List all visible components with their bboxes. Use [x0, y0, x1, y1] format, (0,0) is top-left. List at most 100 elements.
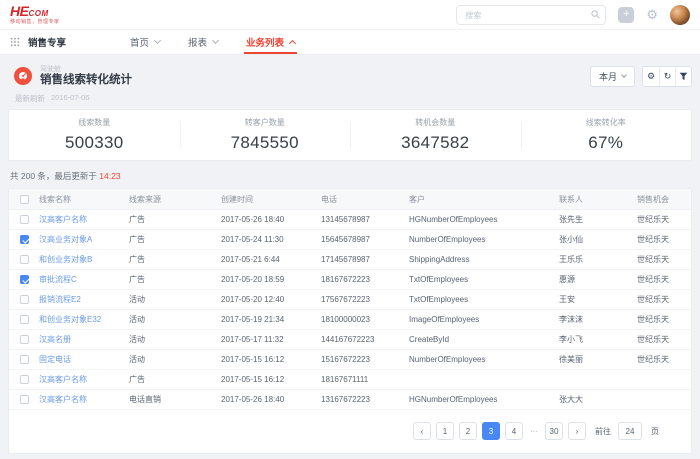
- lead-name-link[interactable]: 固定电话: [39, 354, 129, 365]
- customer-name: CreateById: [409, 335, 559, 344]
- column-lead-name: 线索名称: [39, 194, 129, 205]
- page-unit-label: 页: [651, 426, 659, 437]
- contact-name: 张小仙: [559, 234, 637, 245]
- created-time: 2017-05-15 16:12: [221, 375, 321, 384]
- pagination-page-3[interactable]: 3: [482, 422, 500, 440]
- logo-sub: COM: [28, 10, 48, 18]
- pagination-page-30[interactable]: 30: [545, 422, 563, 440]
- phone-number: 17567672223: [321, 295, 409, 304]
- row-checkbox[interactable]: [20, 335, 29, 344]
- search-input[interactable]: [456, 5, 606, 25]
- lead-source: 电话直销: [129, 394, 221, 405]
- lead-name-link[interactable]: 汉高客户名称: [39, 374, 129, 385]
- table-row[interactable]: 和创业务对象E32活动2017-05-19 21:3418100000023Im…: [9, 310, 691, 330]
- lead-name-link[interactable]: 汉高业务对象A: [39, 234, 129, 245]
- refresh-button[interactable]: ↻: [659, 67, 675, 86]
- lead-name-link[interactable]: 报销流程E2: [39, 294, 129, 305]
- row-checkbox[interactable]: [20, 275, 29, 284]
- table-row[interactable]: 审批流程C广告2017-05-20 18:5918167672223TxtOfE…: [9, 270, 691, 290]
- pagination-page-2[interactable]: 2: [459, 422, 477, 440]
- user-avatar[interactable]: [670, 5, 690, 25]
- grid-menu-icon[interactable]: [10, 37, 20, 47]
- pagination-page-1[interactable]: 1: [436, 422, 454, 440]
- workspace-title: 销售专享: [28, 35, 66, 49]
- stat-value: 500330: [65, 133, 124, 153]
- row-checkbox[interactable]: [20, 235, 29, 244]
- sales-opportunity: 世纪乐天: [637, 274, 691, 285]
- row-checkbox[interactable]: [20, 375, 29, 384]
- pagination-ellipsis: ···: [528, 427, 540, 436]
- row-checkbox-cell: [9, 275, 39, 284]
- period-select[interactable]: 本月: [590, 66, 635, 87]
- created-time: 2017-05-20 18:59: [221, 275, 321, 284]
- page-header-controls: 本月 ⚙ ↻: [590, 66, 692, 87]
- row-checkbox[interactable]: [20, 395, 29, 404]
- tab-label: 首页: [130, 35, 149, 49]
- tab-business-list[interactable]: 业务列表: [232, 30, 309, 54]
- row-checkbox[interactable]: [20, 315, 29, 324]
- table-row[interactable]: 汉高名册活动2017-05-17 11:32144167672223Create…: [9, 330, 691, 350]
- select-all-checkbox[interactable]: [20, 195, 29, 204]
- pagination-prev-button[interactable]: ‹: [413, 422, 431, 440]
- row-checkbox[interactable]: [20, 255, 29, 264]
- customer-name: TxtOfEmployees: [409, 275, 559, 284]
- lead-name-link[interactable]: 汉高名册: [39, 334, 129, 345]
- sales-opportunity: 世纪乐天: [637, 234, 691, 245]
- customer-name: NumberOfEmployees: [409, 355, 559, 364]
- settings-button[interactable]: ⚙: [643, 67, 659, 86]
- lead-name-link[interactable]: 和创业务对象B: [39, 254, 129, 265]
- table-row[interactable]: 汉高客户名称广告2017-05-26 18:4013145678987HGNum…: [9, 210, 691, 230]
- settings-gear-icon[interactable]: ⚙: [646, 8, 658, 21]
- phone-number: 18100000023: [321, 315, 409, 324]
- pagination-page-4[interactable]: 4: [505, 422, 523, 440]
- toolbar-button-group: ⚙ ↻: [642, 66, 692, 87]
- chevron-up-icon: [289, 40, 296, 47]
- tab-home[interactable]: 首页: [116, 30, 174, 54]
- chevron-down-icon: [154, 37, 161, 44]
- table-row[interactable]: 固定电话活动2017-05-15 16:1215167672223NumberO…: [9, 350, 691, 370]
- nav-left: 销售专享: [10, 30, 66, 54]
- lead-name-link[interactable]: 审批流程C: [39, 274, 129, 285]
- page-title-text: 驾驶舱 销售线索转化统计: [40, 66, 132, 87]
- refresh-icon: ↻: [664, 71, 672, 82]
- sales-opportunity: 世纪乐天: [637, 334, 691, 345]
- search-icon[interactable]: [591, 10, 600, 19]
- row-checkbox[interactable]: [20, 215, 29, 224]
- add-button[interactable]: +: [618, 7, 634, 23]
- lead-name-link[interactable]: 和创业务对象E32: [39, 314, 129, 325]
- lead-name-link[interactable]: 汉高客户名称: [39, 214, 129, 225]
- tab-reports[interactable]: 报表: [174, 30, 232, 54]
- contact-name: 张先生: [559, 214, 637, 225]
- contact-name: 徐美丽: [559, 354, 637, 365]
- contact-name: 惠源: [559, 274, 637, 285]
- created-time: 2017-05-15 16:12: [221, 355, 321, 364]
- lead-source: 活动: [129, 294, 221, 305]
- stat-value: 3647582: [401, 133, 469, 153]
- phone-number: 17145678987: [321, 255, 409, 264]
- row-checkbox[interactable]: [20, 295, 29, 304]
- refresh-date: 2016-07-06: [51, 93, 89, 104]
- pagination-next-button[interactable]: ›: [568, 422, 586, 440]
- table-row[interactable]: 汉高业务对象A广告2017-05-24 11:3015645678987Numb…: [9, 230, 691, 250]
- table-row[interactable]: 汉高客户名称电话直销2017-05-26 18:4013167672223HGN…: [9, 390, 691, 410]
- stat-leads: 线索数量 500330: [9, 110, 180, 160]
- page-title-group: 驾驶舱 销售线索转化统计: [8, 66, 132, 87]
- table-row[interactable]: 和创业务对象B广告2017-05-21 6:4417145678987Shipp…: [9, 250, 691, 270]
- customer-name: HGNumberOfEmployees: [409, 215, 559, 224]
- sales-opportunity: 世纪乐天: [637, 254, 691, 265]
- filter-button[interactable]: [675, 67, 691, 86]
- table-row[interactable]: 报销流程E2活动2017-05-20 12:4017567672223TxtOf…: [9, 290, 691, 310]
- page-title: 销售线索转化统计: [40, 75, 132, 87]
- table-row[interactable]: 汉高客户名称广告2017-05-15 16:1218167671111: [9, 370, 691, 390]
- row-checkbox[interactable]: [20, 355, 29, 364]
- lead-source: 活动: [129, 334, 221, 345]
- row-checkbox-cell: [9, 375, 39, 384]
- phone-number: 15167672223: [321, 355, 409, 364]
- goto-page-input[interactable]: [618, 422, 642, 440]
- row-checkbox-cell: [9, 255, 39, 264]
- customer-name: ShippingAddress: [409, 255, 559, 264]
- row-checkbox-cell: [9, 335, 39, 344]
- stat-value: 67%: [588, 133, 623, 153]
- stat-conversion-rate: 线索转化率 67%: [521, 110, 692, 160]
- lead-name-link[interactable]: 汉高客户名称: [39, 394, 129, 405]
